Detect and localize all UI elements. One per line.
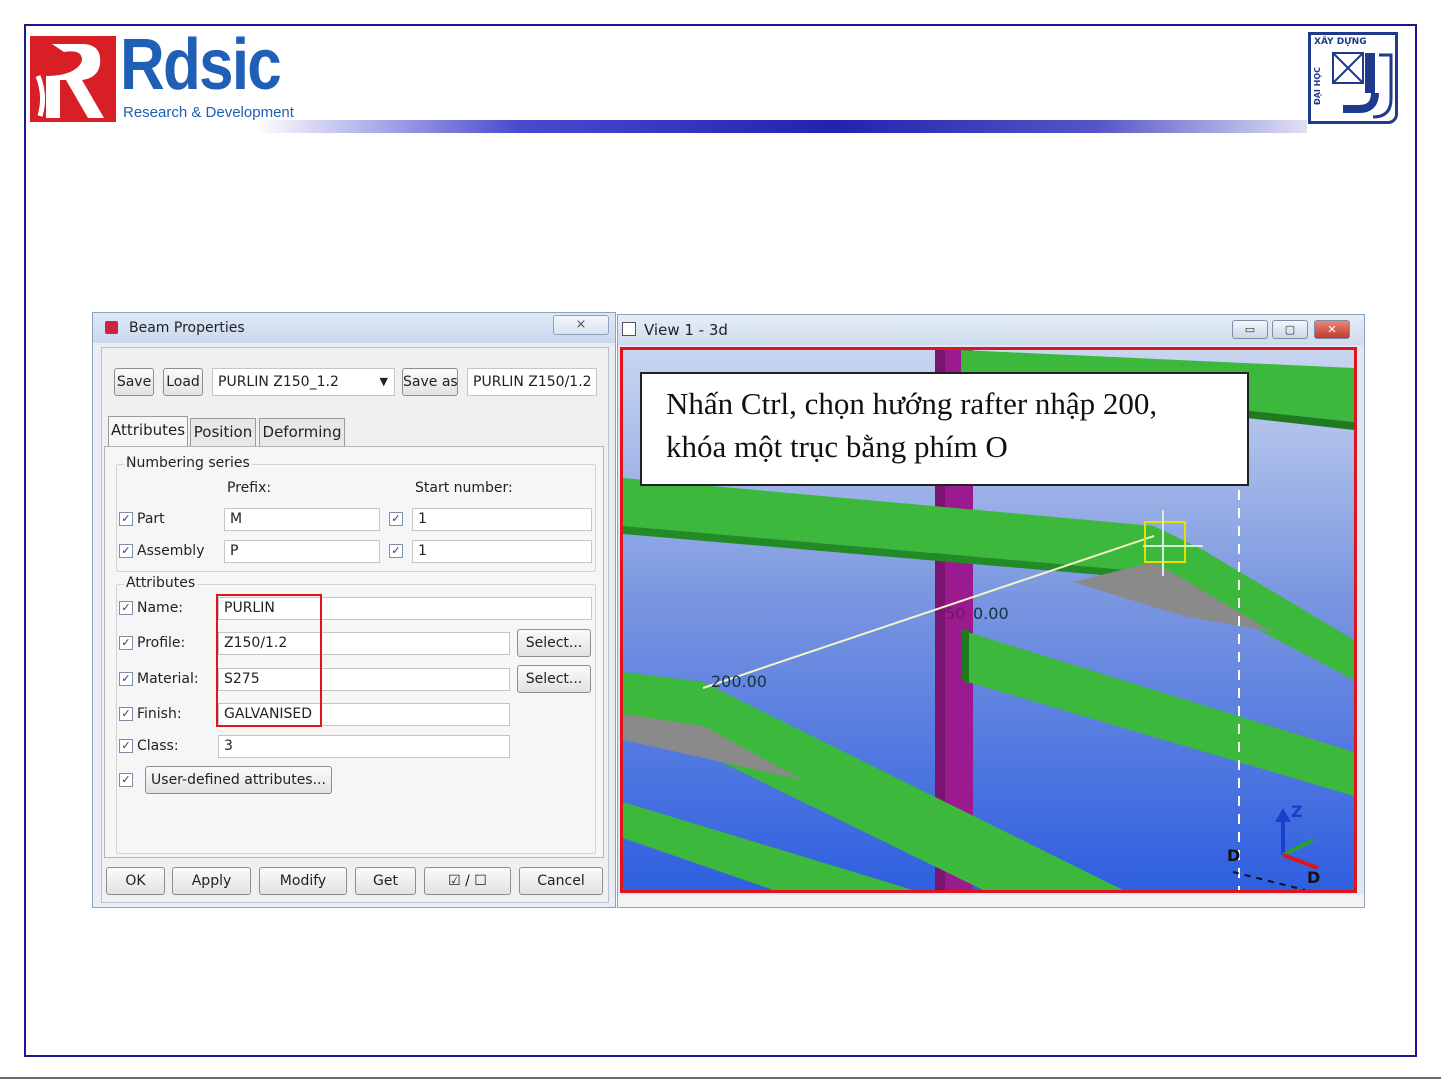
- highlight-rectangle: [216, 594, 322, 727]
- part-checkbox[interactable]: ✓: [119, 512, 133, 526]
- user-defined-checkbox[interactable]: ✓: [119, 773, 133, 787]
- name-label: Name:: [137, 600, 184, 616]
- tab-deforming[interactable]: Deforming: [259, 418, 345, 446]
- finish-label: Finish:: [137, 706, 182, 722]
- minimize-button[interactable]: ▭: [1232, 320, 1268, 339]
- dialog-close-button[interactable]: ⨯: [553, 315, 609, 335]
- university-logo-side-text: ĐẠI HỌC: [1313, 66, 1322, 106]
- profile-checkbox[interactable]: ✓: [119, 636, 133, 650]
- university-logo-top-text: XÂY DỰNG: [1314, 37, 1367, 47]
- chevron-down-icon: ▼: [379, 375, 388, 388]
- callout-line-2: khóa một trục bằng phím O: [666, 429, 1008, 464]
- name-checkbox[interactable]: ✓: [119, 601, 133, 615]
- material-select-button[interactable]: Select...: [517, 665, 591, 693]
- assembly-checkbox[interactable]: ✓: [119, 544, 133, 558]
- view-3d-window: View 1 - 3d ▭ ▢ ✕ Nhấn Ctrl, chọn hướng …: [617, 314, 1365, 908]
- header-gradient-bar: [255, 120, 1307, 133]
- finish-checkbox[interactable]: ✓: [119, 707, 133, 721]
- modify-button[interactable]: Modify: [259, 867, 347, 895]
- axis-x-line: [1282, 853, 1319, 870]
- view-titlebar[interactable]: View 1 - 3d ▭ ▢ ✕: [618, 315, 1364, 345]
- part-start-checkbox[interactable]: ✓: [389, 512, 403, 526]
- dimension-label-partial: 50: [945, 604, 966, 623]
- attributes-group-title: Attributes: [124, 575, 198, 591]
- class-input[interactable]: 3: [218, 735, 510, 758]
- purlin-upper: [623, 478, 1173, 574]
- load-button[interactable]: Load: [163, 368, 203, 396]
- view-title: View 1 - 3d: [644, 321, 728, 339]
- grid-line-d2: [1232, 871, 1306, 890]
- dialog-title: Beam Properties: [129, 320, 245, 336]
- view-window-icon: [622, 322, 636, 336]
- rdsic-logo: Rdsic Research & Development: [30, 25, 294, 124]
- ok-button[interactable]: OK: [106, 867, 165, 895]
- purlin-middle-edge: [961, 630, 969, 684]
- dimension-label-upper: 0.00: [973, 604, 1009, 623]
- brand-name: Rdsic: [120, 25, 282, 105]
- close-button[interactable]: ✕: [1314, 320, 1350, 339]
- part-start-input[interactable]: 1: [412, 508, 592, 531]
- view-status-strip: [618, 895, 1364, 907]
- preset-select[interactable]: PURLIN Z150_1.2 ▼: [212, 368, 395, 396]
- assembly-start-input[interactable]: 1: [412, 540, 592, 563]
- university-emblem-icon: [1332, 52, 1393, 119]
- profile-label: Profile:: [137, 635, 186, 651]
- logo-mark-icon: [30, 36, 116, 122]
- class-checkbox[interactable]: ✓: [119, 739, 133, 753]
- material-label: Material:: [137, 671, 199, 687]
- callout-line-1: Nhấn Ctrl, chọn hướng rafter nhập 200,: [666, 386, 1158, 421]
- assembly-start-checkbox[interactable]: ✓: [389, 544, 403, 558]
- part-label: Part: [137, 511, 165, 527]
- material-checkbox[interactable]: ✓: [119, 672, 133, 686]
- axis-z-label: Z: [1291, 802, 1303, 821]
- toggle-all-button[interactable]: ☑ / ☐: [424, 867, 511, 895]
- axis-z-arrow: [1275, 808, 1291, 822]
- axis-y-line: [1282, 838, 1314, 857]
- user-defined-attributes-button[interactable]: User-defined attributes...: [145, 766, 332, 794]
- assembly-prefix-input[interactable]: P: [224, 540, 380, 563]
- assembly-label: Assembly: [137, 543, 205, 559]
- save-as-name-input[interactable]: PURLIN Z150/1.2: [467, 368, 597, 396]
- university-logo: XÂY DỰNG ĐẠI HỌC: [1308, 32, 1398, 124]
- part-prefix-input[interactable]: M: [224, 508, 380, 531]
- dimension-label-lower: 200.00: [711, 672, 767, 691]
- numbering-series-title: Numbering series: [124, 455, 252, 471]
- beam-icon: [105, 321, 118, 334]
- tab-attributes[interactable]: Attributes: [108, 416, 188, 446]
- class-label: Class:: [137, 738, 179, 754]
- start-number-header: Start number:: [415, 480, 513, 496]
- cancel-button[interactable]: Cancel: [519, 867, 603, 895]
- bottom-rule: [0, 1077, 1441, 1079]
- tab-position[interactable]: Position: [190, 418, 256, 446]
- maximize-button[interactable]: ▢: [1272, 320, 1308, 339]
- brand-tagline: Research & Development: [123, 104, 294, 121]
- prefix-header: Prefix:: [227, 480, 272, 496]
- purlin-middle: [961, 630, 1354, 796]
- grid-label-d2: D: [1307, 868, 1321, 887]
- preset-select-value: PURLIN Z150_1.2: [218, 374, 339, 390]
- 3d-viewport[interactable]: Nhấn Ctrl, chọn hướng rafter nhập 200, k…: [620, 347, 1357, 893]
- instruction-callout: Nhấn Ctrl, chọn hướng rafter nhập 200, k…: [640, 372, 1249, 486]
- profile-select-button[interactable]: Select...: [517, 629, 591, 657]
- dialog-titlebar[interactable]: Beam Properties ⨯: [93, 313, 615, 343]
- save-as-button[interactable]: Save as: [402, 368, 458, 396]
- get-button[interactable]: Get: [355, 867, 416, 895]
- save-button[interactable]: Save: [114, 368, 154, 396]
- grid-label-d1: D: [1227, 846, 1241, 865]
- apply-button[interactable]: Apply: [172, 867, 251, 895]
